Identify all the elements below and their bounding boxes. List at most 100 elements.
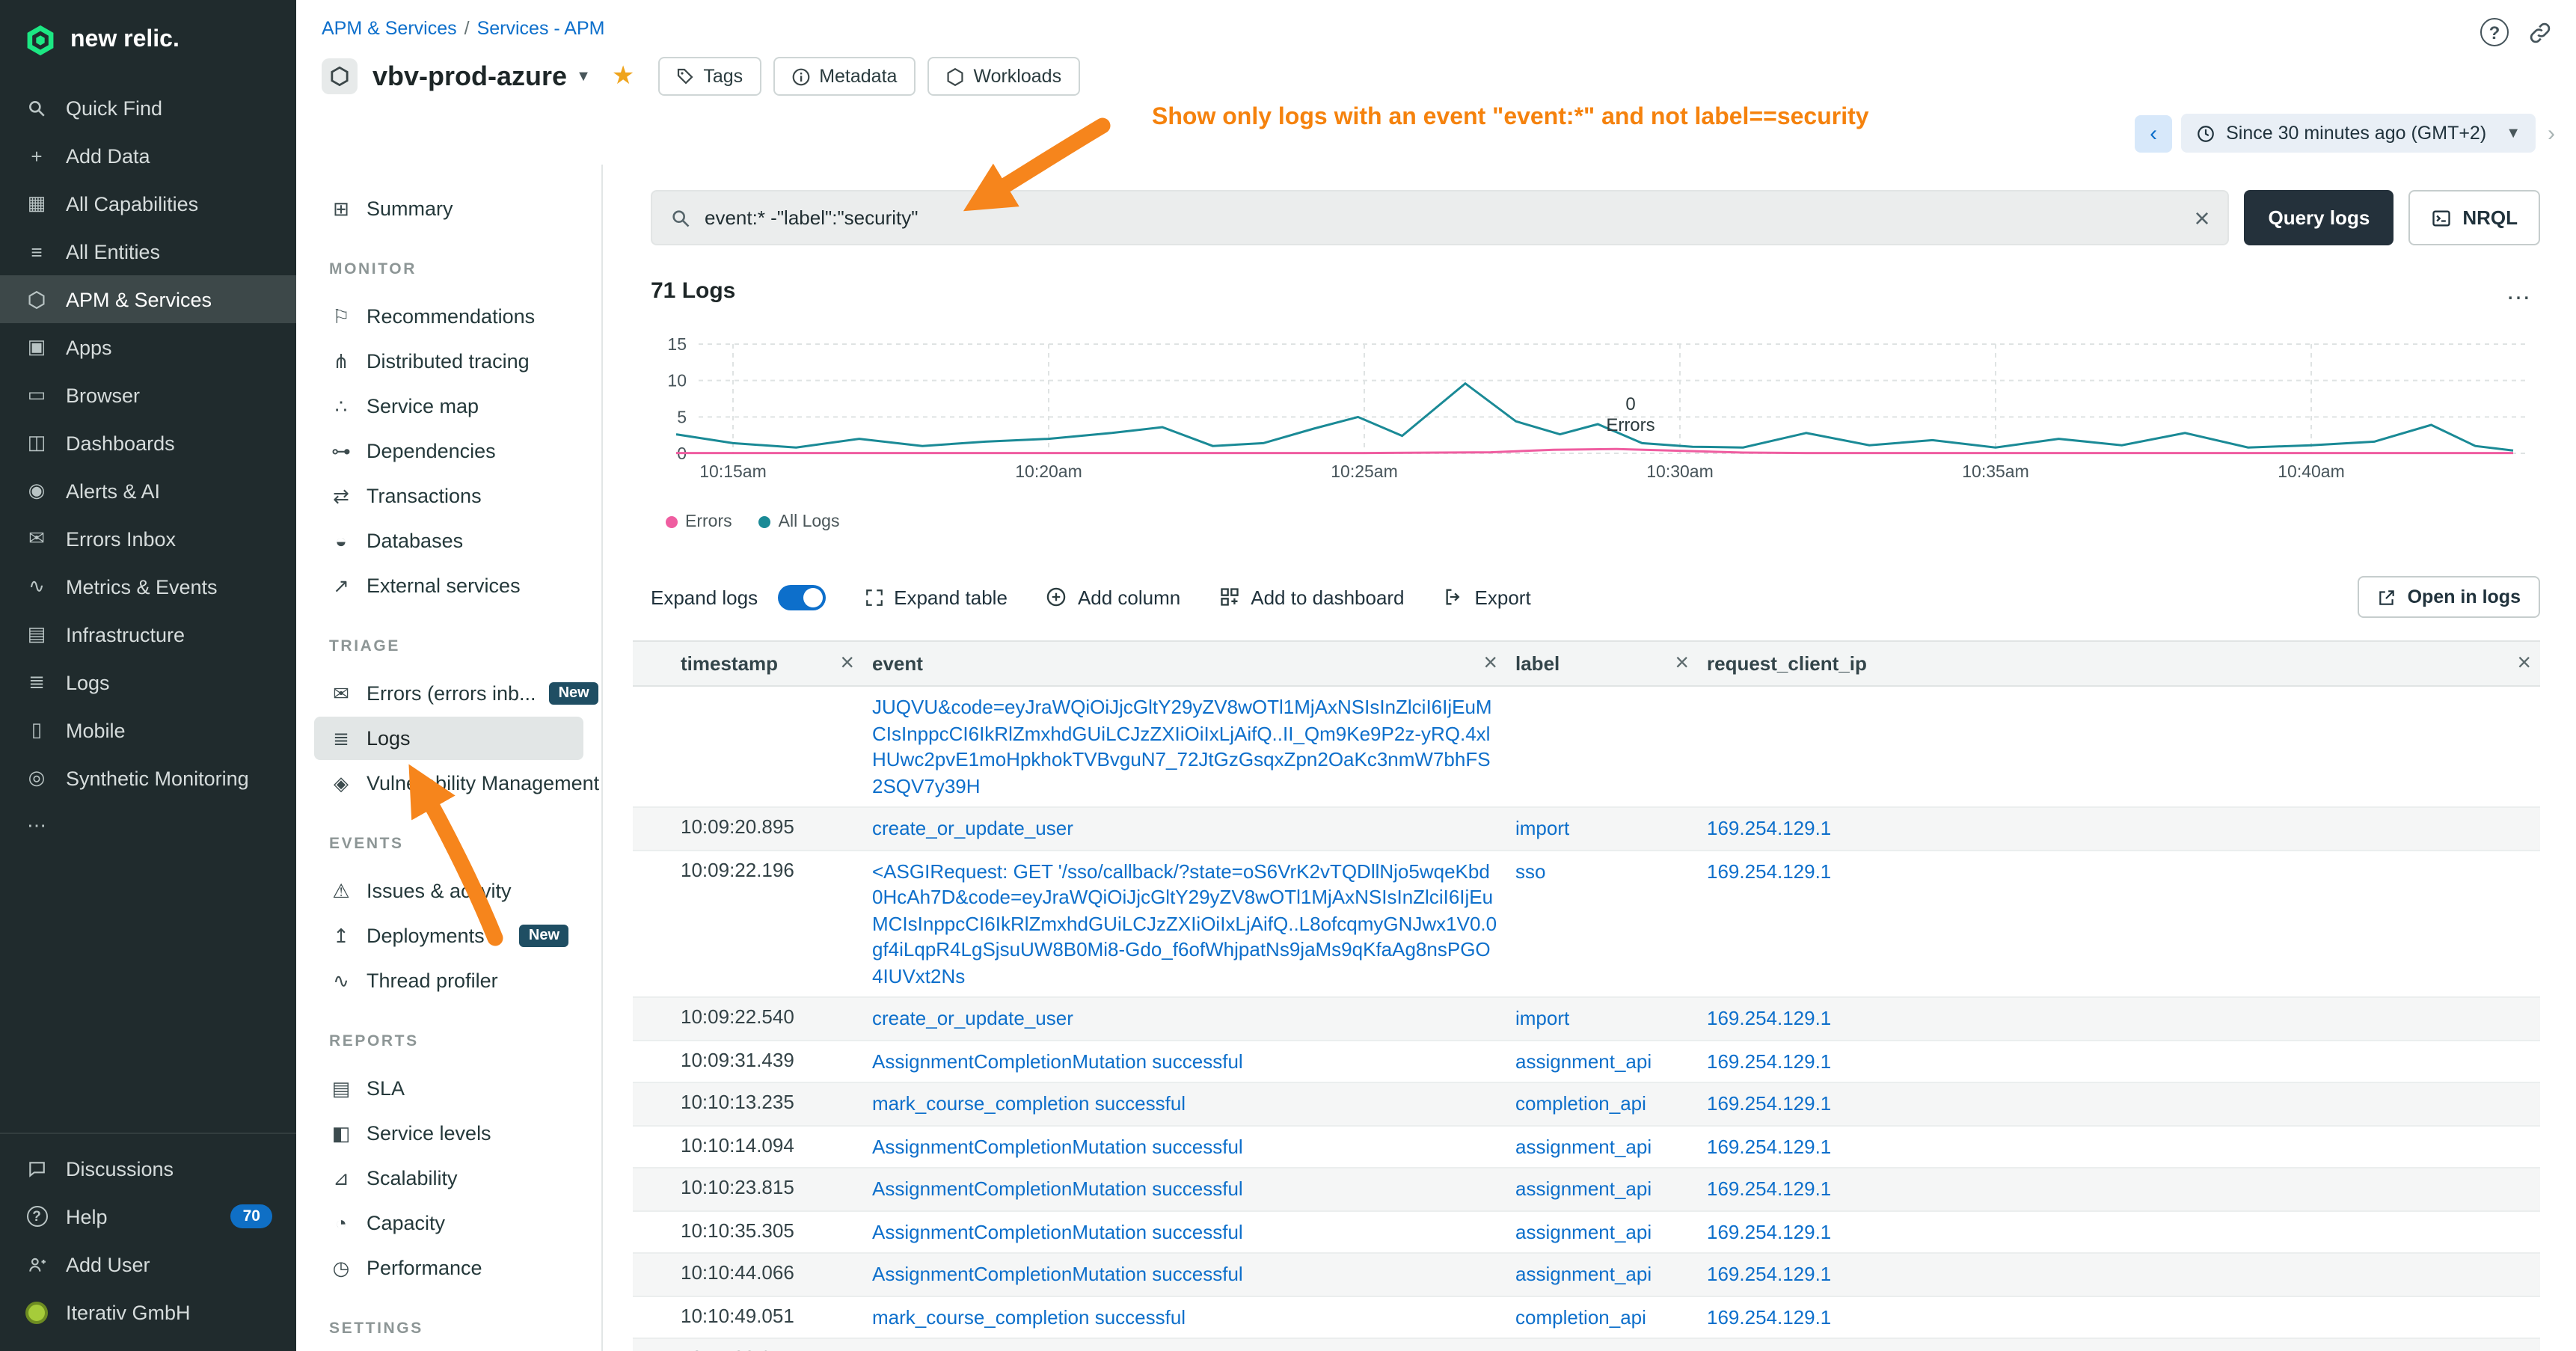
entity-chevron-down-icon[interactable]: ▼ bbox=[576, 68, 591, 85]
service-nav-distributed-tracing[interactable]: ⋔Distributed tracing bbox=[314, 340, 583, 383]
label-link[interactable]: assignment_api bbox=[1515, 1050, 1652, 1072]
breadcrumb-services-apm[interactable]: Services - APM bbox=[477, 18, 605, 39]
sidebar-item-browser[interactable]: ▭Browser bbox=[0, 371, 296, 419]
ip-link[interactable]: 169.254.129.1 bbox=[1707, 1348, 1831, 1351]
column-header-label[interactable]: label× bbox=[1506, 641, 1698, 686]
query-logs-button[interactable]: Query logs bbox=[2244, 190, 2393, 245]
event-link[interactable]: AssignmentCompletionMutation successful bbox=[872, 1348, 1243, 1351]
sidebar-item-add-user[interactable]: Add User bbox=[0, 1240, 296, 1288]
sidebar-item-apps[interactable]: ▣Apps bbox=[0, 323, 296, 371]
label-link[interactable]: import bbox=[1515, 1007, 1569, 1029]
service-nav-deployments[interactable]: ↥DeploymentsNew bbox=[314, 914, 583, 958]
label-link[interactable]: assignment_api bbox=[1515, 1263, 1652, 1285]
event-link[interactable]: AssignmentCompletionMutation successful bbox=[872, 1263, 1243, 1285]
sidebar-item-mobile[interactable]: ▯Mobile bbox=[0, 706, 296, 754]
ip-link[interactable]: 169.254.129.1 bbox=[1707, 1007, 1831, 1029]
sidebar-item-all-entities[interactable]: ≡All Entities bbox=[0, 227, 296, 275]
chart-more-icon[interactable]: … bbox=[2506, 284, 2540, 298]
sidebar-item-account[interactable]: Iterativ GmbH bbox=[0, 1288, 296, 1336]
remove-column-icon[interactable]: × bbox=[2517, 652, 2531, 676]
table-row[interactable]: 10:10:14.094AssignmentCompletionMutation… bbox=[633, 1125, 2540, 1168]
label-link[interactable]: assignment_api bbox=[1515, 1177, 1652, 1200]
label-link[interactable]: assignment_api bbox=[1515, 1348, 1652, 1351]
service-nav-service-levels[interactable]: ◧Service levels bbox=[314, 1112, 583, 1155]
service-nav-transactions[interactable]: ⇄Transactions bbox=[314, 474, 583, 518]
service-nav-vulnerability-management[interactable]: ◈Vulnerability Management bbox=[314, 762, 583, 805]
workloads-button[interactable]: Workloads bbox=[927, 57, 1079, 96]
tags-button[interactable]: Tags bbox=[658, 57, 761, 96]
event-link[interactable]: AssignmentCompletionMutation successful bbox=[872, 1050, 1243, 1072]
event-link[interactable]: create_or_update_user bbox=[872, 1007, 1073, 1029]
service-nav-sla[interactable]: ▤SLA bbox=[314, 1067, 583, 1110]
service-nav-capacity[interactable]: ◔Capacity bbox=[314, 1201, 583, 1245]
remove-column-icon[interactable]: × bbox=[1675, 652, 1689, 676]
permalink-icon[interactable] bbox=[2528, 20, 2552, 44]
sidebar-item-help[interactable]: ?Help70 bbox=[0, 1192, 296, 1240]
ip-link[interactable]: 169.254.129.1 bbox=[1707, 860, 1831, 882]
time-forward-button[interactable]: › bbox=[2548, 120, 2555, 146]
service-nav-issues-activity[interactable]: ⚠Issues & activity bbox=[314, 869, 583, 913]
sidebar-item-discussions[interactable]: Discussions bbox=[0, 1145, 296, 1192]
ip-link[interactable]: 169.254.129.1 bbox=[1707, 817, 1831, 839]
expand-logs-toggle[interactable]: Expand logs bbox=[651, 584, 825, 610]
export-button[interactable]: Export bbox=[1444, 586, 1531, 608]
ip-link[interactable]: 169.254.129.1 bbox=[1707, 1305, 1831, 1328]
service-nav-dependencies[interactable]: ⊶Dependencies bbox=[314, 429, 583, 473]
label-link[interactable]: import bbox=[1515, 817, 1569, 839]
favorite-star-icon[interactable]: ★ bbox=[612, 61, 635, 91]
table-row[interactable]: JUQVU&code=eyJraWQiOiJjcGltY29yZV8wOTl1M… bbox=[633, 686, 2540, 807]
service-nav-service-map[interactable]: ∴Service map bbox=[314, 385, 583, 428]
event-link[interactable]: <ASGIRequest: GET '/sso/callback/?state=… bbox=[872, 860, 1497, 987]
sidebar-more-button[interactable]: ⋯ bbox=[0, 802, 296, 850]
column-header-timestamp[interactable]: timestamp× bbox=[672, 641, 863, 686]
label-link[interactable]: completion_api bbox=[1515, 1305, 1646, 1328]
legend-all-logs[interactable]: All Logs bbox=[759, 513, 840, 531]
breadcrumb-apm-services[interactable]: APM & Services bbox=[322, 18, 457, 39]
ip-link[interactable]: 169.254.129.1 bbox=[1707, 1092, 1831, 1115]
add-column-button[interactable]: Add column bbox=[1046, 586, 1180, 608]
ip-link[interactable]: 169.254.129.1 bbox=[1707, 1220, 1831, 1243]
service-nav-performance[interactable]: ◷Performance bbox=[314, 1246, 583, 1290]
ip-link[interactable]: 169.254.129.1 bbox=[1707, 1177, 1831, 1200]
service-nav-thread-profiler[interactable]: ∿Thread profiler bbox=[314, 959, 583, 1002]
clear-query-icon[interactable]: × bbox=[2194, 204, 2209, 231]
label-link[interactable]: completion_api bbox=[1515, 1092, 1646, 1115]
table-row[interactable]: 10:10:23.815AssignmentCompletionMutation… bbox=[633, 1168, 2540, 1210]
add-to-dashboard-button[interactable]: Add to dashboard bbox=[1219, 586, 1404, 608]
table-row[interactable]: 10:09:20.895create_or_update_userimport1… bbox=[633, 807, 2540, 850]
sidebar-item-apm-services[interactable]: APM & Services bbox=[0, 275, 296, 323]
help-circle-icon[interactable]: ? bbox=[2480, 18, 2509, 46]
legend-errors[interactable]: Errors bbox=[666, 513, 732, 531]
sidebar-item-errors-inbox[interactable]: ✉Errors Inbox bbox=[0, 515, 296, 563]
event-link[interactable]: mark_course_completion successful bbox=[872, 1092, 1186, 1115]
table-row[interactable]: 10:10:35.305AssignmentCompletionMutation… bbox=[633, 1210, 2540, 1253]
service-nav-errors-inbox[interactable]: ✉Errors (errors inb...New bbox=[314, 672, 583, 715]
event-link[interactable]: AssignmentCompletionMutation successful bbox=[872, 1220, 1243, 1243]
event-link[interactable]: AssignmentCompletionMutation successful bbox=[872, 1135, 1243, 1157]
open-in-logs-button[interactable]: Open in logs bbox=[2358, 576, 2540, 618]
service-nav-scalability[interactable]: ⊿Scalability bbox=[314, 1157, 583, 1200]
remove-column-icon[interactable]: × bbox=[1483, 652, 1497, 676]
toggle-on-icon[interactable] bbox=[777, 584, 825, 610]
ip-link[interactable]: 169.254.129.1 bbox=[1707, 1263, 1831, 1285]
sidebar-item-synthetic-monitoring[interactable]: ◎Synthetic Monitoring bbox=[0, 754, 296, 802]
service-nav-summary[interactable]: ⊞Summary bbox=[314, 187, 583, 230]
entity-name[interactable]: vbv-prod-azure bbox=[372, 61, 567, 92]
expand-table-button[interactable]: Expand table bbox=[864, 586, 1008, 608]
column-header-event[interactable]: event× bbox=[863, 641, 1506, 686]
time-range-dropdown[interactable]: Since 30 minutes ago (GMT+2) ▼ bbox=[2181, 114, 2536, 153]
logs-query-input[interactable] bbox=[705, 206, 2174, 229]
sidebar-item-all-capabilities[interactable]: ▦All Capabilities bbox=[0, 180, 296, 227]
service-nav-recommendations[interactable]: ⚐Recommendations bbox=[314, 295, 583, 338]
service-nav-databases[interactable]: ◒Databases bbox=[314, 519, 583, 563]
sidebar-item-dashboards[interactable]: ◫Dashboards bbox=[0, 419, 296, 467]
remove-column-icon[interactable]: × bbox=[840, 652, 854, 676]
sidebar-item-infrastructure[interactable]: ▤Infrastructure bbox=[0, 610, 296, 658]
logs-search-box[interactable]: × bbox=[651, 190, 2229, 245]
table-row[interactable]: 10:09:31.439AssignmentCompletionMutation… bbox=[633, 1040, 2540, 1082]
service-nav-logs[interactable]: ≣Logs bbox=[314, 717, 583, 760]
time-back-button[interactable]: ‹ bbox=[2135, 114, 2172, 152]
sidebar-item-metrics-events[interactable]: ∿Metrics & Events bbox=[0, 563, 296, 610]
table-row[interactable]: 10:10:13.235mark_course_completion succe… bbox=[633, 1082, 2540, 1125]
sidebar-item-alerts-ai[interactable]: ◉Alerts & AI bbox=[0, 467, 296, 515]
